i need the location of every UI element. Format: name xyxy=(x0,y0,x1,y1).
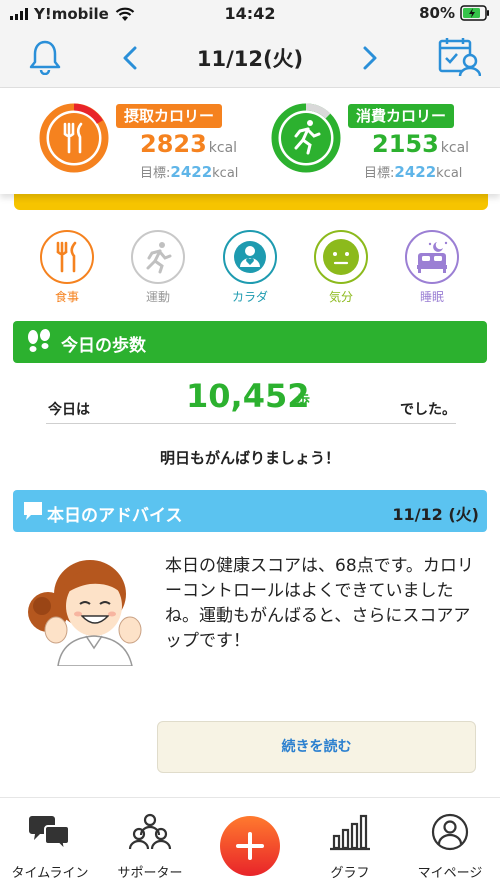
status-bar: Y!mobile 14:42 80% xyxy=(0,0,500,30)
advice-date: 11/12 (火) xyxy=(392,505,479,524)
bed-moon-icon xyxy=(405,230,459,284)
tab-mypage[interactable]: マイページ xyxy=(400,812,500,881)
tab-mypage-label: マイページ xyxy=(417,866,483,881)
category-sleep-label: 睡眠 xyxy=(419,290,444,304)
category-sleep[interactable]: 睡眠 xyxy=(404,230,460,305)
category-mood[interactable]: 気分 xyxy=(313,230,369,305)
tab-timeline[interactable]: タイムライン xyxy=(0,812,100,881)
tab-timeline-label: タイムライン xyxy=(11,866,89,881)
advice-text: 本日の健康スコアは、68点です。カロリーコントロールはよくできていましたね。運動… xyxy=(165,556,474,651)
steps-prefix: 今日は xyxy=(48,402,90,418)
bell-icon[interactable] xyxy=(28,39,62,75)
intake-value: 2823 kcal xyxy=(140,130,237,158)
footprints-icon xyxy=(28,329,51,352)
intake-goal-unit: kcal xyxy=(212,166,239,181)
person-heart-icon xyxy=(223,230,277,284)
running-person-icon xyxy=(131,230,185,284)
intake-label: 摂取カロリー xyxy=(116,104,223,128)
intake-ring-icon xyxy=(39,103,109,173)
advice-title: 本日のアドバイス xyxy=(47,506,183,526)
chevron-right-icon[interactable] xyxy=(360,45,380,71)
burn-ring-icon xyxy=(271,103,341,173)
chevron-left-icon[interactable] xyxy=(120,45,140,71)
burn-value: 2153 kcal xyxy=(372,130,469,158)
intake-goal-prefix: 目標: xyxy=(140,166,171,181)
intake-goal: 目標:2422kcal xyxy=(140,162,238,181)
header: 11/12(火) xyxy=(0,30,500,88)
battery-icon xyxy=(460,5,489,21)
intake-number: 2823 xyxy=(140,130,207,158)
steps-unit: 歩 xyxy=(296,393,310,409)
burn-number: 2153 xyxy=(372,130,439,158)
burn-label: 消費カロリー xyxy=(348,104,455,128)
steps-count: 10,452 xyxy=(186,377,310,415)
burn-goal-unit: kcal xyxy=(436,166,463,181)
intake-unit: kcal xyxy=(208,140,238,156)
burn-unit: kcal xyxy=(440,140,470,156)
burn-goal-value: 2422 xyxy=(394,163,437,181)
tab-graph-label: グラフ xyxy=(330,866,370,881)
tab-supporter-label: サポーター xyxy=(117,866,183,881)
people-group-icon xyxy=(128,813,172,850)
fork-knife-icon xyxy=(40,230,94,284)
speech-bubble-icon xyxy=(24,502,42,520)
battery-info: 80% xyxy=(419,4,490,22)
advice-header: 本日のアドバイス 11/12 (火) xyxy=(13,490,487,532)
advisor-avatar xyxy=(28,560,142,666)
bar-chart-icon xyxy=(330,814,370,851)
steps-suffix: でした。 xyxy=(400,402,456,418)
face-icon xyxy=(314,230,368,284)
read-more-button[interactable]: 続きを読む xyxy=(157,721,476,773)
category-body-label: カラダ xyxy=(231,290,268,304)
calendar-user-icon[interactable] xyxy=(437,36,481,78)
user-circle-icon xyxy=(431,813,469,851)
burn-goal: 目標:2422kcal xyxy=(364,162,462,181)
tab-supporter[interactable]: サポーター xyxy=(100,812,200,881)
category-body[interactable]: カラダ xyxy=(222,230,278,305)
category-mood-label: 気分 xyxy=(328,290,353,304)
bottom-tab-bar: タイムライン サポーター グラフ マイページ xyxy=(0,797,500,889)
steps-header: 今日の歩数 xyxy=(13,321,487,363)
plus-icon xyxy=(236,832,264,860)
category-exercise[interactable]: 運動 xyxy=(130,230,186,305)
chat-bubbles-icon xyxy=(29,816,70,853)
tab-graph[interactable]: グラフ xyxy=(300,812,400,881)
category-exercise-label: 運動 xyxy=(145,290,170,304)
calorie-summary-card[interactable]: 摂取カロリー 2823 kcal 目標:2422kcal 消費カロリー 2153 k… xyxy=(0,88,500,194)
header-date: 11/12(火) xyxy=(196,47,304,71)
battery-percent: 80% xyxy=(419,4,455,22)
burn-goal-prefix: 目標: xyxy=(364,166,395,181)
steps-title: 今日の歩数 xyxy=(61,336,146,356)
category-meal-label: 食事 xyxy=(54,290,79,304)
intake-goal-value: 2422 xyxy=(170,163,213,181)
category-meal[interactable]: 食事 xyxy=(39,230,95,305)
steps-row: 今日は 10,452 歩 でした。 xyxy=(46,372,456,424)
add-record-button[interactable] xyxy=(220,816,280,876)
steps-cheer-message: 明日もがんばりましょう！ xyxy=(159,449,340,467)
